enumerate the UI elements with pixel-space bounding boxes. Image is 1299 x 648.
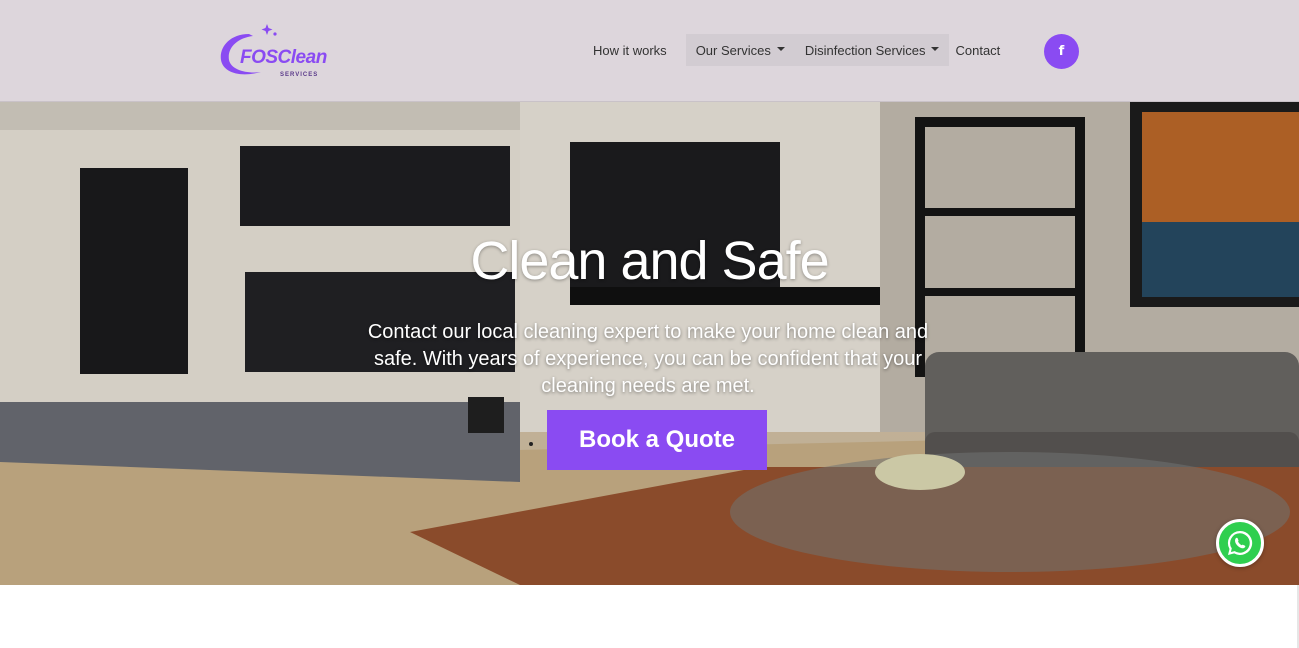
- nav-contact[interactable]: Contact: [949, 34, 1006, 66]
- nav-label: Contact: [955, 42, 1001, 58]
- main-nav: How it works Our Services Disinfection S…: [583, 34, 1006, 66]
- hero-title: Clean and Safe: [470, 231, 829, 291]
- whatsapp-glyph-icon: [1227, 530, 1253, 555]
- brand-name: FOSClean: [240, 47, 327, 68]
- caret-down-icon: [931, 47, 940, 51]
- hero-description: Contact our local cleaning expert to mak…: [367, 321, 929, 397]
- nav-disinfection-services[interactable]: Disinfection Services: [794, 34, 950, 66]
- book-quote-button[interactable]: Book a Quote: [547, 410, 767, 470]
- nav-label: Disinfection Services: [804, 42, 926, 58]
- nav-label: Our Services: [695, 42, 771, 58]
- caret-down-icon: [776, 47, 785, 51]
- hero-banner: Clean and Safe Contact our local cleanin…: [0, 102, 1299, 585]
- facebook-icon[interactable]: f: [1044, 34, 1079, 69]
- brand-logo[interactable]: FOSClean SERVICES: [217, 20, 339, 82]
- whatsapp-icon[interactable]: [1216, 519, 1264, 567]
- nav-how-it-works[interactable]: How it works: [583, 34, 677, 66]
- list-bullet: [529, 442, 533, 446]
- nav-label: How it works: [593, 42, 667, 58]
- nav-our-services[interactable]: Our Services: [685, 34, 795, 66]
- brand-tagline: SERVICES: [280, 72, 319, 78]
- site-header: FOSClean SERVICES How it works Our Servi…: [0, 0, 1299, 102]
